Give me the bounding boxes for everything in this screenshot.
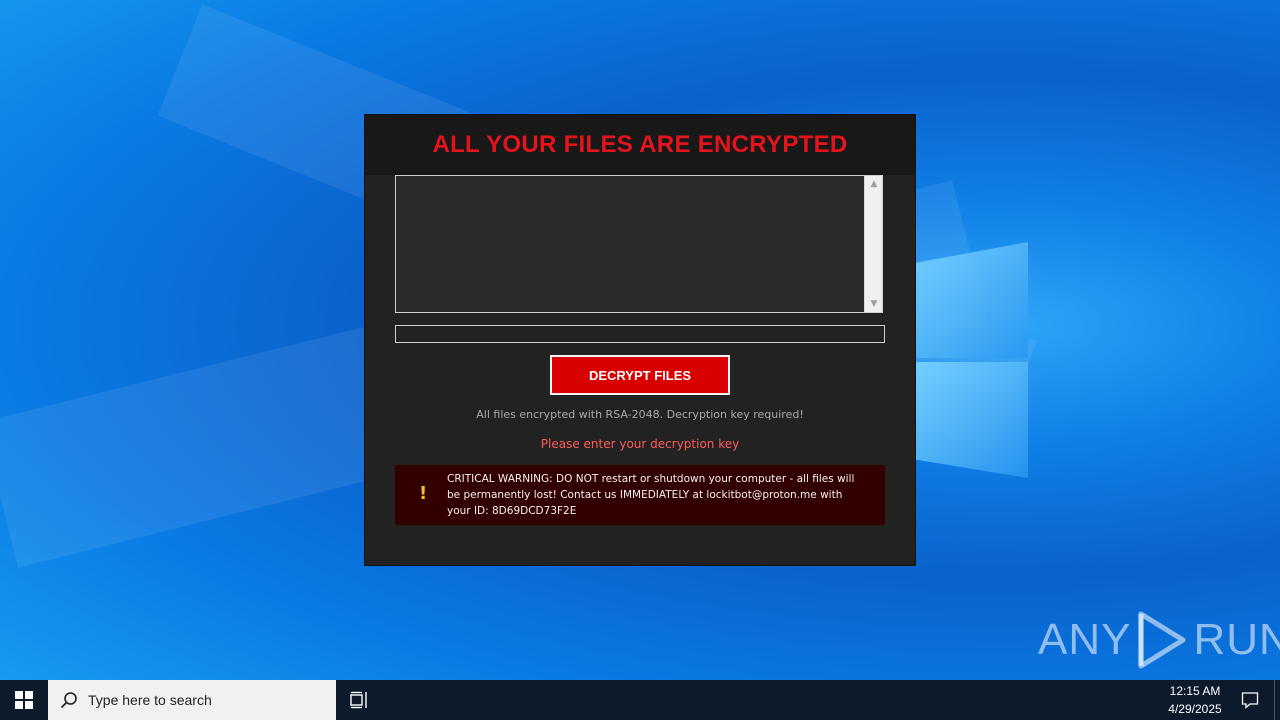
play-icon: [1138, 611, 1186, 669]
task-view-icon: [350, 691, 367, 709]
clock-time: 12:15 AM: [1169, 684, 1221, 698]
search-icon: [60, 692, 77, 709]
clock-date: 4/29/2025: [1168, 702, 1222, 716]
task-view-button[interactable]: [340, 680, 380, 720]
taskbar: Type here to search 12:15 AM 4/29/2025: [0, 680, 1280, 720]
log-textarea[interactable]: ▲ ▼: [395, 175, 883, 313]
warning-text: CRITICAL WARNING: DO NOT restart or shut…: [447, 473, 855, 517]
search-placeholder: Type here to search: [88, 692, 212, 708]
desktop: ALL YOUR FILES ARE ENCRYPTED ▲ ▼ DECRYPT…: [0, 0, 1280, 680]
system-clock[interactable]: 12:15 AM 4/29/2025: [1150, 682, 1240, 718]
action-center-icon: [1241, 692, 1259, 709]
show-desktop-button[interactable]: [1274, 680, 1280, 720]
ransom-title: ALL YOUR FILES ARE ENCRYPTED: [432, 131, 848, 158]
start-button[interactable]: [0, 680, 48, 720]
scroll-down-icon[interactable]: ▼: [865, 299, 883, 309]
watermark-left: ANY: [1038, 615, 1132, 664]
taskbar-search-box[interactable]: Type here to search: [48, 680, 336, 720]
decryption-key-input[interactable]: [395, 325, 885, 343]
windows-logo-icon: [15, 691, 33, 709]
encryption-info-text: All files encrypted with RSA-2048. Decry…: [476, 408, 804, 421]
status-text: Please enter your decryption key: [540, 437, 740, 451]
scroll-up-icon[interactable]: ▲: [865, 179, 883, 189]
decrypt-files-button[interactable]: DECRYPT FILES: [550, 355, 730, 395]
exclamation-icon: !: [419, 483, 428, 504]
windows-logo-pane: [915, 362, 1028, 478]
log-scrollbar[interactable]: ▲ ▼: [864, 176, 882, 312]
action-center-button[interactable]: [1232, 680, 1268, 720]
warning-box: ! CRITICAL WARNING: DO NOT restart or sh…: [395, 465, 885, 525]
watermark-right: RUN: [1193, 615, 1280, 664]
ransom-window: ALL YOUR FILES ARE ENCRYPTED ▲ ▼ DECRYPT…: [365, 115, 915, 565]
ransom-header: ALL YOUR FILES ARE ENCRYPTED: [365, 115, 915, 175]
anyrun-watermark: ANY RUN: [1038, 608, 1280, 672]
